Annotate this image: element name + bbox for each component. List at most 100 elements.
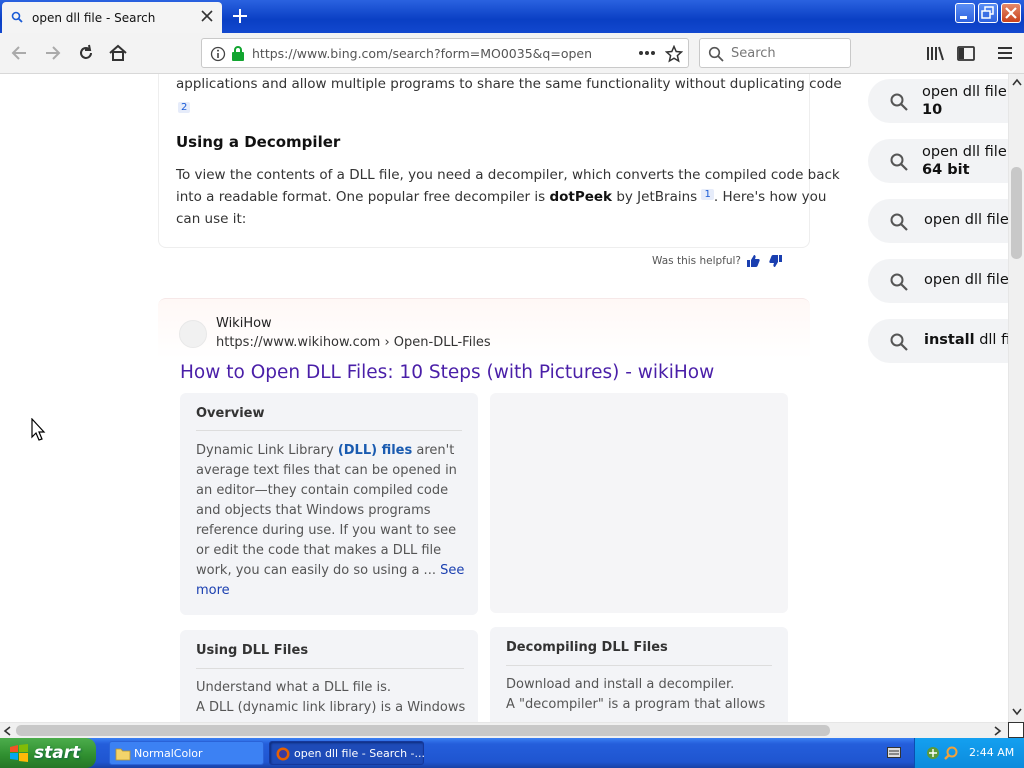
restore-icon <box>981 6 994 19</box>
page-actions-icon[interactable] <box>638 50 656 56</box>
bookmark-star-icon[interactable] <box>665 45 683 63</box>
url-text[interactable]: https://www.bing.com/search?form=MO0035&… <box>252 46 592 61</box>
dll-files-link[interactable]: (DLL) files <box>338 443 412 458</box>
search-box[interactable]: Search <box>699 38 851 68</box>
overview-panel: Overview Dynamic Link Library (DLL) file… <box>180 393 478 615</box>
back-icon[interactable] <box>9 43 29 63</box>
browser-tab[interactable]: open dll file - Search <box>2 2 222 33</box>
answer-paragraph-line3: can use it: <box>176 211 247 227</box>
related-search-bold: install <box>924 332 975 348</box>
related-search-item[interactable]: open dll files <box>868 259 1008 303</box>
site-name[interactable]: WikiHow <box>216 316 272 331</box>
close-window-button[interactable] <box>1001 3 1021 23</box>
scroll-left-icon[interactable] <box>3 726 11 736</box>
decompiling-panel[interactable]: Decompiling DLL Files Download and insta… <box>490 627 788 722</box>
home-icon[interactable] <box>108 43 128 63</box>
related-search-item[interactable]: open dll file <box>868 199 1008 243</box>
related-search-text: open dll file i <box>922 84 1008 100</box>
taskbar: start NormalColor open dll file - Search… <box>0 738 1024 768</box>
minimize-button[interactable] <box>955 3 975 23</box>
answer-prev-text: applications and allow multiple programs… <box>176 76 842 92</box>
related-search-text: install dll file <box>924 332 1008 348</box>
horizontal-scrollbar[interactable] <box>0 722 1008 738</box>
scroll-down-icon[interactable] <box>1012 708 1022 716</box>
navigation-toolbar: https://www.bing.com/search?form=MO0035&… <box>0 33 1024 74</box>
related-search-item[interactable]: open dll file i 10 <box>868 79 1008 123</box>
horizontal-scroll-thumb[interactable] <box>16 725 830 736</box>
related-search-item[interactable]: open dll file v 64 bit <box>868 139 1008 183</box>
answer-card: applications and allow multiple programs… <box>158 74 842 248</box>
related-search-line2: 64 bit <box>922 162 970 178</box>
decompiling-line: Download and install a decompiler. <box>506 677 735 692</box>
overview-line: an editor—they contain compiled code <box>196 483 449 498</box>
search-tray-icon[interactable] <box>943 745 959 761</box>
related-search-item[interactable]: install dll file <box>868 319 1008 363</box>
overview-line: work, you can easily do so using a ... S… <box>196 561 464 581</box>
answer-paragraph-line2: into a readable format. One popular free… <box>176 189 826 205</box>
thumbs-up-icon[interactable] <box>746 254 760 268</box>
divider <box>196 430 462 431</box>
tab-bar: open dll file - Search <box>0 0 1024 33</box>
menu-icon[interactable] <box>995 43 1015 63</box>
answer-bold-term: dotPeek <box>549 189 613 205</box>
see-more-link[interactable]: See <box>440 563 464 578</box>
restore-button[interactable] <box>978 3 998 23</box>
start-label: start <box>34 743 81 763</box>
decompiling-line: A "decompiler" is a program that allows <box>506 697 766 712</box>
answer-paragraph-line1: To view the contents of a DLL file, you … <box>176 167 840 183</box>
using-dll-line: A DLL (dynamic link library) is a Window… <box>196 700 466 715</box>
sidebar-icon[interactable] <box>956 43 976 63</box>
site-url[interactable]: https://www.wikihow.com › Open-DLL-Files <box>216 335 491 350</box>
network-icon[interactable] <box>925 745 941 761</box>
taskbar-item-normalcolor[interactable]: NormalColor <box>109 741 264 765</box>
minimize-icon <box>960 16 967 19</box>
search-icon <box>890 93 908 111</box>
thumbs-down-icon[interactable] <box>769 254 783 268</box>
start-button[interactable]: start <box>0 738 96 768</box>
answer-heading: Using a Decompiler <box>176 133 341 151</box>
overview-line: reference during use. If you want to see <box>196 523 457 538</box>
citation-badge[interactable]: 2 <box>178 102 191 113</box>
search-icon <box>890 153 908 171</box>
scroll-right-icon[interactable] <box>994 726 1002 736</box>
new-tab-icon[interactable] <box>231 7 249 25</box>
divider <box>196 668 464 669</box>
citation-badge[interactable]: 1 <box>701 189 714 200</box>
answer-text: . Here's how you <box>713 189 827 205</box>
answer-text: into a readable format. One popular free… <box>176 189 550 205</box>
vertical-scroll-thumb[interactable] <box>1011 167 1022 259</box>
library-icon[interactable] <box>925 43 945 63</box>
divider <box>506 665 772 666</box>
keyboard-icon[interactable] <box>887 747 901 758</box>
related-search-text: open dll file v <box>922 144 1008 160</box>
folder-icon <box>115 748 131 761</box>
taskbar-item-browser[interactable]: open dll file - Search -... <box>269 741 425 765</box>
decompiling-heading: Decompiling DLL Files <box>506 640 668 655</box>
mouse-cursor-icon <box>31 418 46 441</box>
close-tab-icon[interactable] <box>200 9 214 23</box>
reload-icon[interactable] <box>76 43 96 63</box>
overview-line: Dynamic Link Library (DLL) files aren't <box>196 441 454 461</box>
forward-icon[interactable] <box>43 43 63 63</box>
overview-line: or edit the code that makes a DLL file <box>196 543 442 558</box>
page-content: applications and allow multiple programs… <box>0 74 1008 722</box>
related-search-normal: open dll file <box>922 84 1008 100</box>
address-bar[interactable]: https://www.bing.com/search?form=MO0035&… <box>201 38 689 68</box>
tab-title: open dll file - Search <box>32 11 156 25</box>
lock-icon[interactable] <box>230 45 246 62</box>
overview-line: and objects that Windows programs <box>196 503 431 518</box>
using-dll-panel[interactable]: Using DLL Files Understand what a DLL fi… <box>180 630 478 722</box>
windows-logo-icon <box>10 744 28 762</box>
info-icon[interactable] <box>210 46 226 62</box>
helpful-label: Was this helpful? <box>652 255 741 267</box>
see-more-link[interactable]: more <box>196 581 230 601</box>
result-image[interactable] <box>490 393 788 613</box>
related-search-line2: 10 <box>922 102 943 118</box>
scroll-up-icon[interactable] <box>1012 78 1022 86</box>
vertical-scrollbar[interactable] <box>1008 74 1024 722</box>
overview-text: Dynamic Link Library <box>196 443 338 458</box>
overview-text: aren't <box>412 443 455 458</box>
close-icon <box>1005 7 1017 19</box>
overview-heading: Overview <box>196 406 265 421</box>
result-title-link[interactable]: How to Open DLL Files: 10 Steps (with Pi… <box>180 362 714 383</box>
